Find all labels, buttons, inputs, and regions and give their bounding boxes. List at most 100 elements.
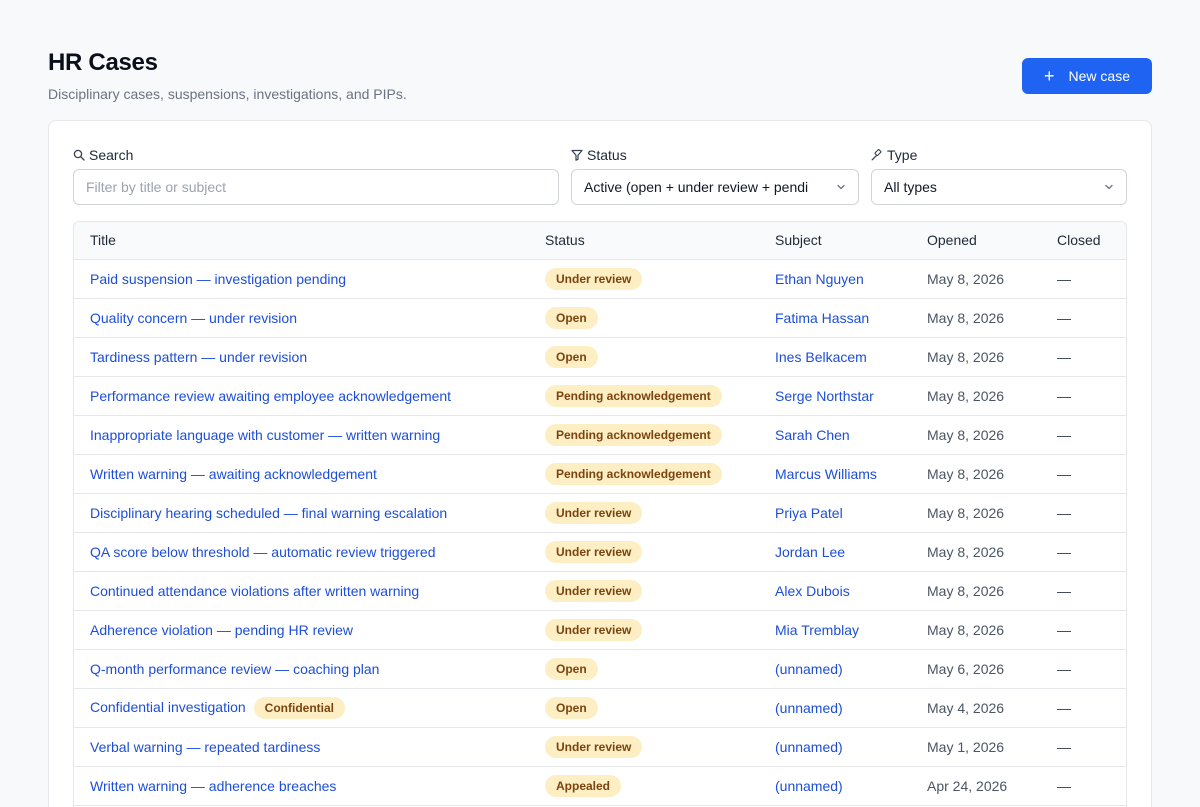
cell-opened: May 8, 2026: [911, 376, 1041, 416]
cell-status: Open: [529, 298, 759, 338]
cases-card: Search Status Active (open + under revie…: [48, 120, 1152, 807]
subject-link[interactable]: Ines Belkacem: [775, 349, 867, 365]
cell-opened: Apr 24, 2026: [911, 766, 1041, 806]
table-row[interactable]: Confidential investigation Confidential Op…: [74, 688, 1126, 728]
type-select-value: All types: [884, 179, 937, 195]
case-title-link[interactable]: Written warning — adherence breaches: [90, 778, 336, 794]
subject-link[interactable]: Ethan Nguyen: [775, 271, 864, 287]
case-title-link[interactable]: Disciplinary hearing scheduled — final w…: [90, 505, 447, 521]
page-subtitle: Disciplinary cases, suspensions, investi…: [48, 86, 407, 102]
table-header-row: Title Status Subject Opened Closed: [74, 222, 1126, 260]
cell-status: Open: [529, 688, 759, 728]
cell-status: Open: [529, 337, 759, 377]
cell-subject: Marcus Williams: [759, 454, 911, 494]
cell-closed: —: [1041, 337, 1126, 377]
table-row[interactable]: Continued attendance violations after wr…: [74, 571, 1126, 611]
table-row[interactable]: Adherence violation — pending HR review U…: [74, 610, 1126, 650]
status-badge: Open: [545, 306, 598, 329]
column-header-status[interactable]: Status: [529, 222, 759, 260]
subject-link[interactable]: Jordan Lee: [775, 544, 845, 560]
cell-status: Pending acknowledgement: [529, 415, 759, 455]
cell-status: Under review: [529, 259, 759, 299]
column-header-opened[interactable]: Opened: [911, 222, 1041, 260]
type-label: Type: [871, 147, 1127, 163]
new-case-button[interactable]: + New case: [1022, 58, 1152, 94]
status-select-value: Active (open + under review + pendi: [584, 179, 809, 195]
cell-subject: Ines Belkacem: [759, 337, 911, 377]
table-row[interactable]: QA score below threshold — automatic rev…: [74, 532, 1126, 572]
cell-opened: May 6, 2026: [911, 649, 1041, 689]
case-title-link[interactable]: Confidential investigation: [90, 699, 246, 715]
case-title-link[interactable]: Adherence violation — pending HR review: [90, 622, 353, 638]
status-badge: Pending acknowledgement: [545, 384, 722, 407]
cell-opened: May 8, 2026: [911, 532, 1041, 572]
subject-link[interactable]: Fatima Hassan: [775, 310, 869, 326]
table-row[interactable]: Tardiness pattern — under revision Open In…: [74, 337, 1126, 377]
cell-subject: (unnamed): [759, 727, 911, 767]
cell-opened: May 8, 2026: [911, 298, 1041, 338]
search-input[interactable]: [86, 179, 546, 195]
subject-link[interactable]: Mia Tremblay: [775, 622, 859, 638]
cell-title: QA score below threshold — automatic rev…: [74, 532, 529, 572]
subject-link[interactable]: (unnamed): [775, 700, 843, 716]
case-title-link[interactable]: Inappropriate language with customer — w…: [90, 427, 440, 443]
case-title-link[interactable]: Tardiness pattern — under revision: [90, 349, 307, 365]
cell-title: Confidential investigation Confidential: [74, 688, 529, 728]
status-badge: Under review: [545, 579, 643, 602]
subject-link[interactable]: Serge Northstar: [775, 388, 874, 404]
type-select[interactable]: All types: [871, 169, 1127, 205]
cell-closed: —: [1041, 727, 1126, 767]
subject-link[interactable]: Alex Dubois: [775, 583, 850, 599]
cell-subject: Serge Northstar: [759, 376, 911, 416]
type-filter: Type All types: [871, 147, 1127, 205]
plus-icon: +: [1044, 65, 1055, 86]
cell-closed: —: [1041, 571, 1126, 611]
table-row[interactable]: Performance review awaiting employee ack…: [74, 376, 1126, 416]
status-badge: Under review: [545, 501, 643, 524]
column-header-subject[interactable]: Subject: [759, 222, 911, 260]
cell-subject: Sarah Chen: [759, 415, 911, 455]
cell-title: Continued attendance violations after wr…: [74, 571, 529, 611]
case-title-link[interactable]: Performance review awaiting employee ack…: [90, 388, 451, 404]
table-row[interactable]: Written warning — awaiting acknowledgeme…: [74, 454, 1126, 494]
subject-link[interactable]: (unnamed): [775, 739, 843, 755]
column-header-closed[interactable]: Closed: [1041, 222, 1126, 260]
case-title-link[interactable]: Written warning — awaiting acknowledgeme…: [90, 466, 377, 482]
case-title-link[interactable]: Paid suspension — investigation pending: [90, 271, 346, 287]
status-badge: Pending acknowledgement: [545, 423, 722, 446]
cell-opened: May 8, 2026: [911, 571, 1041, 611]
subject-link[interactable]: (unnamed): [775, 661, 843, 677]
cell-closed: —: [1041, 766, 1126, 806]
table-row[interactable]: Q-month performance review — coaching pl…: [74, 649, 1126, 689]
case-title-link[interactable]: Continued attendance violations after wr…: [90, 583, 419, 599]
subject-link[interactable]: Marcus Williams: [775, 466, 877, 482]
status-select[interactable]: Active (open + under review + pendi: [571, 169, 859, 205]
cell-opened: May 8, 2026: [911, 493, 1041, 533]
case-title-link[interactable]: Quality concern — under revision: [90, 310, 297, 326]
table-row[interactable]: Quality concern — under revision Open Fati…: [74, 298, 1126, 338]
table-row[interactable]: Verbal warning — repeated tardiness Under…: [74, 727, 1126, 767]
cell-title: Written warning — awaiting acknowledgeme…: [74, 454, 529, 494]
cell-opened: May 8, 2026: [911, 454, 1041, 494]
cell-closed: —: [1041, 298, 1126, 338]
column-header-title[interactable]: Title: [74, 222, 529, 260]
case-title-link[interactable]: QA score below threshold — automatic rev…: [90, 544, 436, 560]
subject-link[interactable]: Sarah Chen: [775, 427, 850, 443]
case-title-link[interactable]: Q-month performance review — coaching pl…: [90, 661, 379, 677]
cases-table: Title Status Subject Opened Closed Paid …: [74, 222, 1126, 806]
table-row[interactable]: Disciplinary hearing scheduled — final w…: [74, 493, 1126, 533]
case-title-link[interactable]: Verbal warning — repeated tardiness: [90, 739, 320, 755]
cell-subject: Ethan Nguyen: [759, 259, 911, 299]
subject-link[interactable]: Priya Patel: [775, 505, 843, 521]
confidential-badge: Confidential: [253, 696, 345, 719]
page-title: HR Cases: [48, 49, 158, 76]
table-row[interactable]: Paid suspension — investigation pending U…: [74, 259, 1126, 299]
table-row[interactable]: Inappropriate language with customer — w…: [74, 415, 1126, 455]
cell-title: Paid suspension — investigation pending: [74, 259, 529, 299]
status-badge: Under review: [545, 618, 643, 641]
new-case-label: New case: [1068, 68, 1130, 84]
cell-subject: Fatima Hassan: [759, 298, 911, 338]
search-label-text: Search: [89, 147, 134, 163]
subject-link[interactable]: (unnamed): [775, 778, 843, 794]
table-row[interactable]: Written warning — adherence breaches Appe…: [74, 766, 1126, 806]
